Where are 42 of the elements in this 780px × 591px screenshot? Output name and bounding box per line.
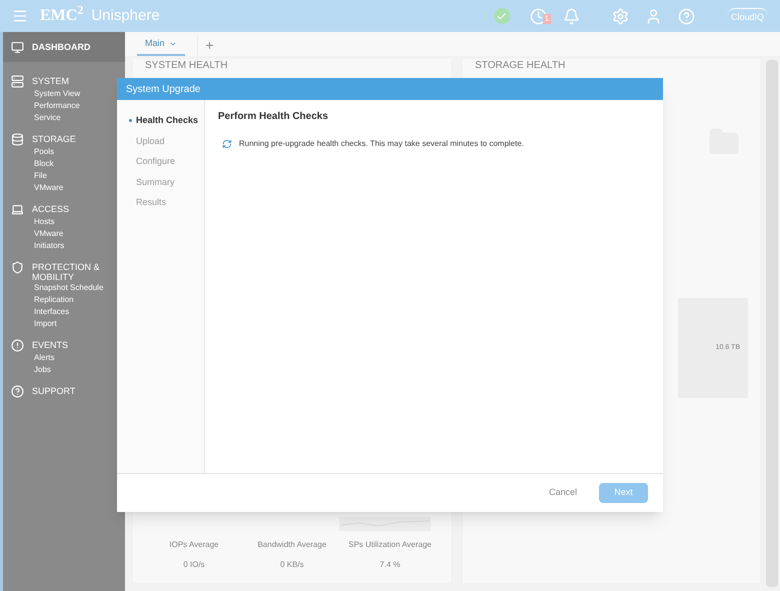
card-title: SYSTEM HEALTH [145, 60, 229, 72]
card-title: STORAGE HEALTH [475, 60, 566, 72]
add-tab-button[interactable]: + [196, 34, 214, 56]
dialog-title: System Upgrade [117, 78, 663, 100]
app-name: Unisphere [91, 6, 160, 26]
alert-icon [11, 339, 24, 352]
cancel-button[interactable]: Cancel [548, 486, 577, 500]
step-label[interactable]: Configure [136, 155, 176, 168]
tab[interactable]: Main [137, 34, 185, 56]
stat-value: 0 IO/s [182, 559, 206, 571]
stat-label: SPs Utilization Average [347, 539, 432, 551]
stat-label: Bandwidth Average [256, 539, 328, 551]
sidebar-section[interactable]: EVENTS [3, 338, 125, 352]
logo: EMC$^{2}$ [40, 4, 84, 26]
status-ok-icon[interactable] [494, 8, 510, 24]
help-icon[interactable] [678, 8, 695, 24]
step-label[interactable]: Upload [136, 134, 165, 148]
monitor-icon [11, 41, 24, 54]
alert-badge: 1 [542, 14, 551, 24]
clock-icon[interactable] [530, 8, 547, 24]
step-heading: Perform Health Checks [218, 110, 330, 124]
sidebar-section[interactable]: ACCESS [3, 202, 125, 216]
status-message: Running pre-upgrade health checks. This may take several minutes to complete. [239, 138, 524, 150]
bell-icon[interactable] [562, 8, 580, 24]
shield-icon [11, 261, 24, 274]
step-label[interactable]: Summary [136, 176, 175, 189]
stat-value: 7.4 % [378, 559, 402, 571]
database-icon [11, 133, 24, 146]
refresh-icon [222, 139, 232, 149]
stat-value: 0 KB/s [279, 559, 305, 571]
laptop-icon [11, 203, 24, 216]
sidebar-section[interactable]: STORAGE [3, 132, 125, 146]
sidebar-section[interactable]: PROTECTION & MOBILITY [3, 260, 125, 282]
stat-label: IOPs Average [168, 539, 220, 551]
sidebar-section[interactable]: SUPPORT [3, 384, 125, 398]
server-icon [11, 75, 24, 88]
step-label[interactable]: Results [136, 196, 166, 210]
step-label[interactable]: Health Checks [136, 114, 198, 128]
settings-icon[interactable] [612, 8, 629, 24]
menu-icon[interactable] [12, 8, 28, 24]
help-icon [11, 385, 24, 398]
caret-icon [168, 40, 177, 48]
